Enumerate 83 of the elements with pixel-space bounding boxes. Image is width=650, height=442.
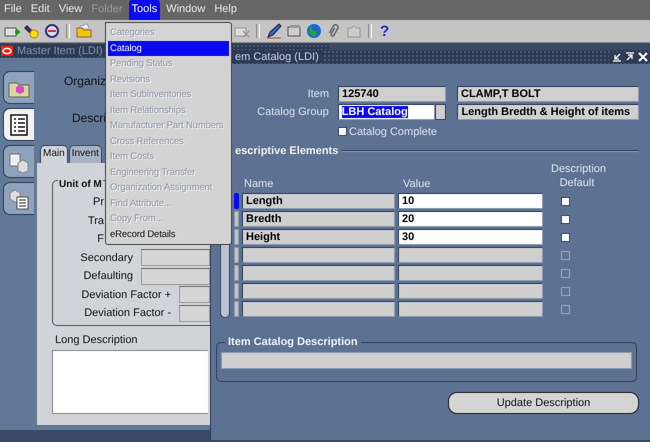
input-field[interactable]: Bredth — [242, 211, 395, 227]
field-label: Deviation Factor - — [83, 307, 171, 320]
input-field[interactable] — [242, 301, 395, 317]
close-icon[interactable] — [638, 52, 648, 62]
side-tab[interactable] — [3, 182, 34, 215]
group-title: Unit of M — [58, 179, 103, 190]
tab[interactable]: Main — [40, 145, 68, 163]
menu-bar-item[interactable]: Edit — [28, 0, 53, 20]
checkbox[interactable] — [561, 196, 570, 206]
checkbox[interactable] — [561, 268, 570, 278]
menu-item[interactable]: eRecord Details — [108, 226, 229, 242]
input-field[interactable]: Length Bredth & Height of items — [457, 104, 640, 120]
input-field[interactable] — [141, 268, 210, 285]
input-field[interactable] — [242, 283, 395, 299]
oracle-icon — [1, 46, 13, 56]
field-label: Long Description — [55, 334, 138, 346]
input-field[interactable] — [398, 283, 543, 299]
field-label: Catalog Group — [256, 106, 329, 118]
input-field[interactable]: Length — [242, 193, 395, 209]
column-header: Name — [243, 178, 274, 190]
globe-icon[interactable] — [306, 23, 322, 39]
input-field[interactable]: CLAMP,T BOLT — [457, 86, 639, 102]
menu-bar-item[interactable]: File — [1, 0, 25, 20]
checkbox-label: Catalog Complete — [349, 126, 438, 138]
checkbox[interactable] — [561, 232, 570, 242]
column-header: Value — [402, 178, 432, 190]
field-label: Organiz — [62, 73, 106, 89]
menu-bar-item[interactable]: Help — [211, 0, 240, 20]
group-title: Item Catalog Description — [225, 336, 361, 348]
input-field[interactable]: 20 — [398, 211, 543, 227]
menu-bar-item[interactable]: Window — [163, 0, 208, 20]
input-field[interactable] — [221, 352, 632, 369]
column-header: Description Default — [551, 162, 603, 190]
input-field[interactable] — [141, 249, 210, 266]
field-label: Secondary — [79, 252, 133, 264]
list-icon — [8, 114, 30, 136]
buildings-icon — [8, 150, 30, 172]
checkbox[interactable] — [338, 127, 347, 136]
input-field[interactable] — [179, 286, 210, 304]
input-field[interactable] — [242, 265, 395, 281]
field-label: Pr — [92, 196, 104, 208]
flashlight-icon[interactable] — [24, 23, 40, 39]
maximize-icon[interactable] — [625, 52, 635, 62]
side-tab[interactable] — [3, 145, 34, 178]
checkbox[interactable] — [561, 286, 570, 296]
input-field[interactable] — [179, 304, 210, 322]
disc-icon[interactable] — [44, 23, 60, 39]
list-of-values-button[interactable] — [435, 104, 446, 120]
input-field[interactable]: 125740 — [338, 86, 446, 102]
side-tab[interactable] — [3, 108, 34, 141]
input-field[interactable] — [398, 301, 543, 317]
field-label: Defaulting — [82, 270, 133, 282]
input-field[interactable] — [398, 265, 543, 281]
cube-list-icon — [8, 188, 30, 210]
checkbox[interactable] — [561, 304, 570, 314]
input-field[interactable]: 30 — [398, 229, 543, 245]
text-area[interactable] — [52, 350, 208, 414]
checkbox[interactable] — [561, 250, 570, 260]
window-title: em Catalog (LDI) — [231, 51, 323, 63]
input-field[interactable] — [398, 247, 543, 263]
tab[interactable]: Invent — [68, 145, 102, 163]
help-icon[interactable]: ? — [380, 22, 390, 40]
minimize-icon[interactable] — [612, 52, 622, 62]
input-field[interactable] — [242, 247, 395, 263]
window-stack-icon[interactable] — [286, 23, 302, 39]
checkbox[interactable] — [561, 214, 570, 224]
menu-bar-item[interactable]: View — [56, 0, 86, 20]
input-field[interactable]: 10 — [398, 193, 543, 209]
input-field[interactable]: LBH Catalog — [338, 104, 436, 120]
folder-icon[interactable] — [76, 23, 92, 39]
field-label: Deviation Factor + — [80, 288, 171, 301]
side-tab[interactable] — [3, 71, 34, 104]
field-label: Item — [306, 88, 329, 100]
field-label: Tra — [86, 214, 104, 227]
pen-icon[interactable] — [266, 23, 282, 39]
paperclip-icon[interactable] — [326, 23, 342, 39]
input-field[interactable]: Height — [242, 229, 395, 245]
menu-item[interactable]: Catalog — [108, 40, 229, 56]
section-title: escriptive Elements — [235, 144, 338, 156]
field-label: Descri — [70, 110, 106, 126]
update-description-button[interactable]: Update Description — [448, 392, 639, 414]
field-label: F — [96, 233, 104, 246]
menu-bar-item[interactable]: Tools — [128, 0, 160, 20]
